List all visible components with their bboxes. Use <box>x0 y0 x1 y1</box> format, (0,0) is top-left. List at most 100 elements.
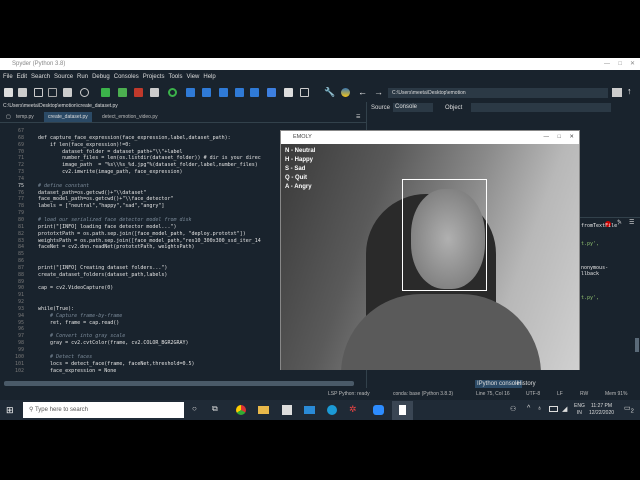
editor-options-icon[interactable]: ☰ <box>352 112 364 122</box>
tab-history[interactable]: History <box>515 380 538 388</box>
clock[interactable]: 11:27 PM 12/22/2020 <box>589 403 614 417</box>
open-file-icon[interactable] <box>18 88 27 97</box>
stop-icon[interactable] <box>267 88 276 97</box>
file-explorer-icon[interactable] <box>258 406 269 414</box>
code-text: dataset_path=os.getcwd()+"\\dataset" <box>38 189 147 196</box>
cortana-icon[interactable]: ○ <box>192 404 197 413</box>
console-options-icon[interactable]: ☰ <box>629 219 634 226</box>
menu-view[interactable]: View <box>186 74 199 80</box>
at-icon[interactable] <box>80 88 89 97</box>
new-file-icon[interactable] <box>4 88 13 97</box>
menu-consoles[interactable]: Consoles <box>114 74 139 80</box>
python-icon[interactable] <box>341 88 350 97</box>
menu-source[interactable]: Source <box>54 74 73 80</box>
line-number: 98 <box>17 340 24 347</box>
run-selection-icon[interactable] <box>150 88 159 97</box>
time: 11:27 PM <box>591 403 613 409</box>
memory-usage: Mem 91% <box>605 391 628 397</box>
edge-icon[interactable] <box>327 405 337 415</box>
step-icon[interactable] <box>202 88 211 97</box>
cursor-position: Line 75, Col 16 <box>476 391 510 397</box>
emoly-maximize-button[interactable]: □ <box>558 131 561 144</box>
key-hint-angry: A - Angry <box>285 184 312 190</box>
emoly-minimize-button[interactable]: — <box>544 131 550 144</box>
line-number: 82 <box>17 230 24 237</box>
code-text: # Convert into gray scale <box>38 333 126 340</box>
tab-create-dataset[interactable]: create_dataset.py <box>44 112 92 122</box>
taskbar-search-input[interactable]: ⚲ Type here to search <box>23 402 184 418</box>
continue-icon[interactable] <box>250 88 259 97</box>
fullscreen-icon[interactable] <box>300 88 309 97</box>
console-text: t.py', <box>581 295 600 301</box>
run-cell-icon[interactable] <box>118 88 127 97</box>
store-icon[interactable] <box>282 405 292 415</box>
code-text: print("[INFO] loading face detector mode… <box>38 223 177 230</box>
emoly-window[interactable]: EMOLY — □ ✕ N - Neutral H - Happy S - Sa… <box>280 130 580 370</box>
rerun-icon[interactable] <box>168 88 177 97</box>
language-indicator[interactable]: ENG IN <box>574 403 585 417</box>
tab-detect-emotion-video[interactable]: detect_emotion_video.py <box>98 112 162 122</box>
source-select[interactable]: Console <box>393 103 433 112</box>
line-number: 78 <box>17 203 24 210</box>
console-scrollbar[interactable] <box>635 338 639 352</box>
mic-icon[interactable]: ♁ <box>537 405 542 412</box>
zoom-icon[interactable] <box>373 405 384 415</box>
save-icon[interactable] <box>34 88 43 97</box>
menu-run[interactable]: Run <box>77 74 88 80</box>
browse-folder-icon[interactable] <box>612 88 622 97</box>
code-text: weightsPath = os.path.sep.join([face_mod… <box>38 237 261 244</box>
menu-edit[interactable]: Edit <box>17 74 27 80</box>
menu-help[interactable]: Help <box>203 74 215 80</box>
line-number: 80 <box>17 216 24 223</box>
notepad-taskbar-button[interactable] <box>392 401 413 420</box>
emoly-close-button[interactable]: ✕ <box>569 131 574 144</box>
maximize-button[interactable]: □ <box>618 58 622 70</box>
code-text: def capture_face_expression(face_express… <box>38 134 231 141</box>
task-view-icon[interactable]: ⧉ <box>212 404 218 414</box>
working-directory-input[interactable]: C:\Users\meeta\Desktop\emotion <box>388 88 608 98</box>
emoly-title-bar[interactable]: EMOLY — □ ✕ <box>281 131 579 144</box>
forward-arrow-icon[interactable]: → <box>374 88 383 97</box>
run-cell-advance-icon[interactable] <box>134 88 143 97</box>
menu-projects[interactable]: Projects <box>143 74 165 80</box>
region-code: IN <box>576 410 582 416</box>
menu-tools[interactable]: Tools <box>168 74 182 80</box>
battery-icon[interactable] <box>549 406 558 412</box>
line-number: 89 <box>17 278 24 285</box>
horizontal-scrollbar[interactable] <box>4 381 354 386</box>
menu-file[interactable]: File <box>3 74 13 80</box>
notification-icon[interactable]: ▭2 <box>624 404 634 414</box>
list-icon[interactable] <box>63 88 72 97</box>
tab-temp[interactable]: temp.py <box>12 112 38 122</box>
debug-icon[interactable] <box>186 88 195 97</box>
status-bar: LSP Python: ready conda: base (Python 3.… <box>0 388 640 400</box>
taskbar: ⊞ ⚲ Type here to search ○ ⧉ ✲ ⚇ ^ ♁ ◢ EN… <box>0 400 640 420</box>
mail-icon[interactable] <box>304 406 315 414</box>
lang-code: ENG <box>574 403 585 409</box>
menu-debug[interactable]: Debug <box>92 74 110 80</box>
object-input[interactable] <box>471 103 611 112</box>
close-button[interactable]: ✕ <box>630 58 635 70</box>
wifi-icon[interactable]: ◢ <box>562 405 567 413</box>
minimize-button[interactable]: — <box>604 58 610 70</box>
maximize-pane-icon[interactable] <box>284 88 293 97</box>
code-text: locs = detect_face(frame, faceNet,thresh… <box>38 360 195 367</box>
line-number: 70 <box>17 148 24 155</box>
chrome-icon[interactable] <box>236 405 246 415</box>
code-text: labels = ["neutral","happy","sad","angry… <box>38 203 165 210</box>
wrench-icon[interactable]: 🔧 <box>324 88 335 97</box>
step-into-icon[interactable] <box>219 88 228 97</box>
code-text: # define constant <box>38 182 90 189</box>
line-number: 97 <box>17 333 24 340</box>
save-all-icon[interactable] <box>48 88 57 97</box>
back-arrow-icon[interactable]: ← <box>358 88 367 97</box>
spyder-icon[interactable]: ✲ <box>349 404 357 415</box>
parent-dir-arrow-icon[interactable]: ↑ <box>627 86 632 96</box>
run-icon[interactable] <box>101 88 110 97</box>
people-icon[interactable]: ⚇ <box>510 405 516 413</box>
menu-search[interactable]: Search <box>31 74 50 80</box>
step-return-icon[interactable] <box>235 88 244 97</box>
windows-start-icon[interactable]: ⊞ <box>6 405 14 416</box>
key-hint-quit: Q - Quit <box>285 175 307 181</box>
show-hidden-icons[interactable]: ^ <box>527 405 530 412</box>
